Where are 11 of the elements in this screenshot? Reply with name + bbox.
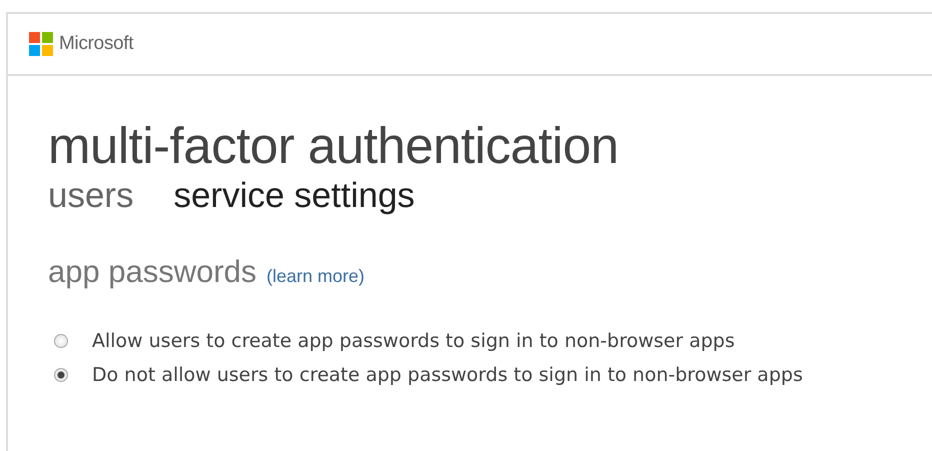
radio-button[interactable] [54, 334, 68, 348]
tab[interactable]: users [48, 176, 134, 216]
learn-more-link[interactable]: (learn more) [266, 266, 365, 288]
windows-logo-icon [29, 32, 53, 56]
option-label: Do not allow users to create app passwords to sign in to non-browser apps [92, 364, 803, 386]
page-title: multi-factor authentication [48, 118, 620, 174]
tab[interactable]: service settings [174, 176, 415, 216]
option-label: Allow users to create app passwords to sign in to non-browser apps [92, 330, 735, 352]
brand-name: Microsoft [59, 33, 134, 55]
section-title: app passwords [48, 254, 257, 290]
radio-button[interactable] [54, 368, 68, 382]
